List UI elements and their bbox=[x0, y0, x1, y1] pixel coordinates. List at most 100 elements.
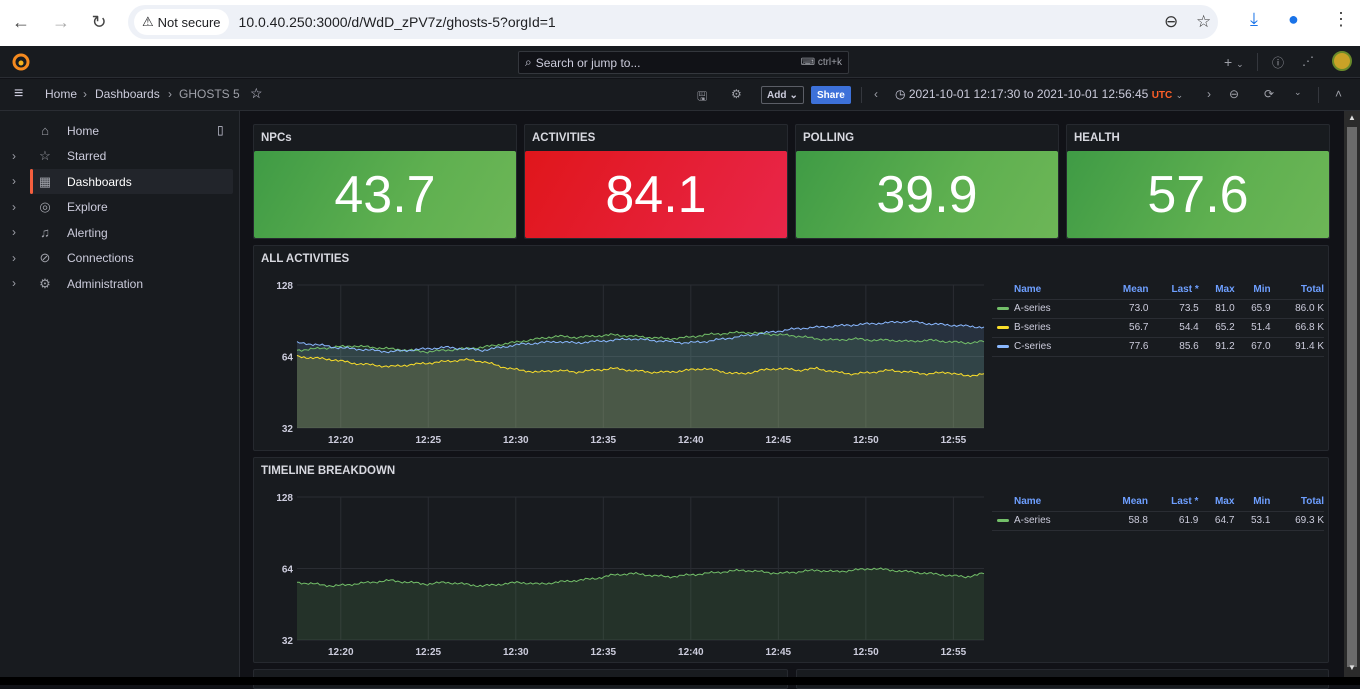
refresh-interval-chevron-icon[interactable]: ⌄ bbox=[1294, 87, 1302, 98]
stat-value: 84.1 bbox=[525, 151, 787, 238]
dashboard-canvas: NPCs 43.7 ACTIVITIES 84.1 POLLING 39.9 HEALTH 5… bbox=[241, 111, 1360, 689]
star-dashboard-icon[interactable]: ☆ bbox=[250, 85, 263, 102]
legend-header-max[interactable]: Max bbox=[1198, 280, 1235, 300]
menu-icon[interactable]: ⋮ bbox=[1332, 9, 1350, 30]
legend-value-last: 61.9 bbox=[1147, 511, 1199, 531]
expand-chevron-icon[interactable]: › bbox=[12, 251, 16, 265]
collapse-toolbar-icon[interactable]: ˄ bbox=[1335, 87, 1342, 101]
chevron-down-icon: ⌄ bbox=[1236, 59, 1244, 69]
sidebar-item-explore[interactable]: ◎ Explore bbox=[30, 195, 233, 220]
grafana-logo-icon[interactable] bbox=[12, 53, 30, 71]
url-text[interactable]: 10.0.40.250:3000/d/WdD_zPV7z/ghosts-5?or… bbox=[239, 14, 556, 30]
save-icon[interactable]: 🖫 bbox=[697, 87, 707, 108]
share-button[interactable]: Share bbox=[811, 86, 851, 104]
legend-row[interactable]: A-series 73.0 73.5 81.0 65.9 86.0 K bbox=[992, 299, 1324, 319]
scroll-up-icon[interactable]: ▲ bbox=[1348, 113, 1356, 122]
legend-header-max[interactable]: Max bbox=[1198, 492, 1235, 512]
legend-header-last[interactable]: Last * bbox=[1148, 280, 1199, 300]
legend-header-mean[interactable]: Mean bbox=[1101, 280, 1149, 300]
bell-icon: ♫ bbox=[40, 225, 50, 240]
stat-panel-health[interactable]: HEALTH 57.6 bbox=[1066, 124, 1330, 239]
legend-value-max: 64.7 bbox=[1198, 511, 1235, 531]
reload-button[interactable]: ↻ bbox=[84, 7, 114, 37]
expand-chevron-icon[interactable]: › bbox=[12, 149, 16, 163]
legend-value-min: 65.9 bbox=[1234, 299, 1271, 319]
legend-value-mean: 56.7 bbox=[1101, 318, 1149, 338]
bookmark-star-icon[interactable]: ☆ bbox=[1196, 12, 1211, 32]
legend-header-total[interactable]: Total bbox=[1270, 280, 1324, 300]
page-scrollbar[interactable]: ▲ ▼ bbox=[1344, 111, 1360, 685]
scroll-down-icon[interactable]: ▼ bbox=[1348, 663, 1356, 672]
security-chip[interactable]: ⚠ Not secure bbox=[134, 9, 229, 35]
legend-value-min: 67.0 bbox=[1234, 337, 1271, 357]
legend-header-name[interactable]: Name bbox=[992, 280, 1102, 300]
download-icon[interactable]: ⤓ bbox=[1250, 9, 1258, 30]
expand-chevron-icon[interactable]: › bbox=[12, 200, 16, 214]
new-button[interactable]: + ⌄ bbox=[1224, 54, 1244, 70]
clock-icon: ◷ bbox=[895, 87, 906, 101]
time-back-icon[interactable]: ‹ bbox=[874, 87, 878, 101]
legend-row[interactable]: A-series 58.8 61.9 64.7 53.1 69.3 K bbox=[992, 511, 1324, 531]
x-tick-label: 12:20 bbox=[328, 435, 354, 446]
settings-gear-icon[interactable]: ⚙ bbox=[731, 87, 742, 101]
address-bar[interactable]: ⚠ Not secure 10.0.40.250:3000/d/WdD_zPV7… bbox=[128, 5, 1218, 39]
expand-chevron-icon[interactable]: › bbox=[12, 225, 16, 239]
search-input[interactable]: ⌕ Search or jump to... ⌨ ctrl+k bbox=[518, 51, 849, 74]
forward-button[interactable]: → bbox=[46, 7, 76, 37]
panel-title: HEALTH bbox=[1074, 132, 1120, 144]
add-button[interactable]: Add ⌄ bbox=[761, 86, 804, 104]
timeseries-chart-all-activities[interactable]: 128 64 32 12:20 12:25 12:30 12:35 12:40 12:45 12:… bbox=[254, 272, 989, 452]
expand-chevron-icon[interactable]: › bbox=[12, 174, 16, 188]
sidebar-item-home[interactable]: ⌂ Home bbox=[30, 118, 233, 143]
legend-header-min[interactable]: Min bbox=[1234, 280, 1271, 300]
legend-value-min: 53.1 bbox=[1234, 511, 1271, 531]
x-tick-label: 12:50 bbox=[853, 647, 879, 658]
legend-header-total[interactable]: Total bbox=[1270, 492, 1324, 512]
zoom-out-icon[interactable]: ⊖ bbox=[1229, 87, 1239, 101]
zoom-icon[interactable]: ⊖ bbox=[1164, 12, 1178, 32]
sidebar-item-starred[interactable]: ☆ Starred bbox=[30, 144, 233, 169]
panel-all-activities[interactable]: ALL ACTIVITIES 128 64 32 12:20 12:25 12:30 12:… bbox=[253, 245, 1329, 451]
profile-icon[interactable]: ● bbox=[1288, 9, 1299, 30]
x-tick-label: 12:50 bbox=[853, 435, 879, 446]
legend-header-min[interactable]: Min bbox=[1234, 492, 1271, 512]
x-tick-label: 12:40 bbox=[678, 435, 704, 446]
stat-panel-activities[interactable]: ACTIVITIES 84.1 bbox=[524, 124, 788, 239]
sidebar-item-connections[interactable]: ⊘ Connections bbox=[30, 246, 233, 271]
series-color-swatch bbox=[997, 325, 1009, 329]
connections-icon: ⊘ bbox=[39, 250, 51, 265]
legend-row[interactable]: C-series 77.6 85.6 91.2 67.0 91.4 K bbox=[992, 337, 1324, 357]
legend-table: Name Mean Last * Max Min Total A-series 73.0 73.… bbox=[992, 280, 1324, 357]
sidebar-item-label: Administration bbox=[67, 276, 144, 291]
expand-chevron-icon[interactable]: › bbox=[12, 276, 16, 290]
news-feed-icon[interactable]: ⋰ bbox=[1302, 54, 1314, 68]
stat-panel-polling[interactable]: POLLING 39.9 bbox=[795, 124, 1059, 239]
sidebar-item-administration[interactable]: ⚙ Administration bbox=[30, 271, 233, 296]
scrollbar-thumb[interactable] bbox=[1347, 127, 1357, 667]
stat-panel-npcs[interactable]: NPCs 43.7 bbox=[253, 124, 517, 239]
legend-value-mean: 77.6 bbox=[1101, 337, 1149, 357]
sidebar-item-dashboards[interactable]: ▦ Dashboards bbox=[30, 169, 233, 194]
timeseries-chart-timeline-breakdown[interactable]: 128 64 32 12:20 12:25 12:30 12:35 12:40 12:45 12:… bbox=[254, 484, 989, 664]
stat-value: 57.6 bbox=[1067, 151, 1329, 238]
time-picker[interactable]: ◷ 2021-10-01 12:17:30 to 2021-10-01 12:5… bbox=[895, 87, 1183, 101]
legend-header-mean[interactable]: Mean bbox=[1100, 492, 1148, 512]
legend-header-name[interactable]: Name bbox=[992, 492, 1101, 512]
sidebar-item-label: Connections bbox=[67, 251, 134, 265]
keyboard-icon: ⌨ bbox=[800, 57, 818, 68]
search-shortcut: ctrl+k bbox=[817, 57, 842, 68]
hamburger-menu-icon[interactable]: ≡ bbox=[14, 85, 23, 103]
legend-row[interactable]: B-series 56.7 54.4 65.2 51.4 66.8 K bbox=[992, 318, 1324, 338]
sidebar-item-label: Alerting bbox=[67, 225, 108, 240]
time-forward-icon[interactable]: › bbox=[1207, 87, 1211, 101]
panel-timeline-breakdown[interactable]: TIMELINE BREAKDOWN 128 64 32 12:20 12:25 12:3… bbox=[253, 457, 1329, 663]
back-button[interactable]: ← bbox=[6, 7, 36, 37]
legend-header-last[interactable]: Last * bbox=[1147, 492, 1199, 512]
refresh-icon[interactable]: ⟳ bbox=[1264, 87, 1274, 101]
breadcrumb-dashboards[interactable]: Dashboards bbox=[95, 87, 160, 101]
panel-title: ALL ACTIVITIES bbox=[261, 253, 350, 265]
help-icon[interactable]: ⓘ bbox=[1272, 54, 1284, 71]
breadcrumb-home[interactable]: Home bbox=[45, 87, 77, 101]
sidebar-item-alerting[interactable]: ♫ Alerting bbox=[30, 220, 233, 245]
user-avatar[interactable] bbox=[1332, 51, 1352, 71]
